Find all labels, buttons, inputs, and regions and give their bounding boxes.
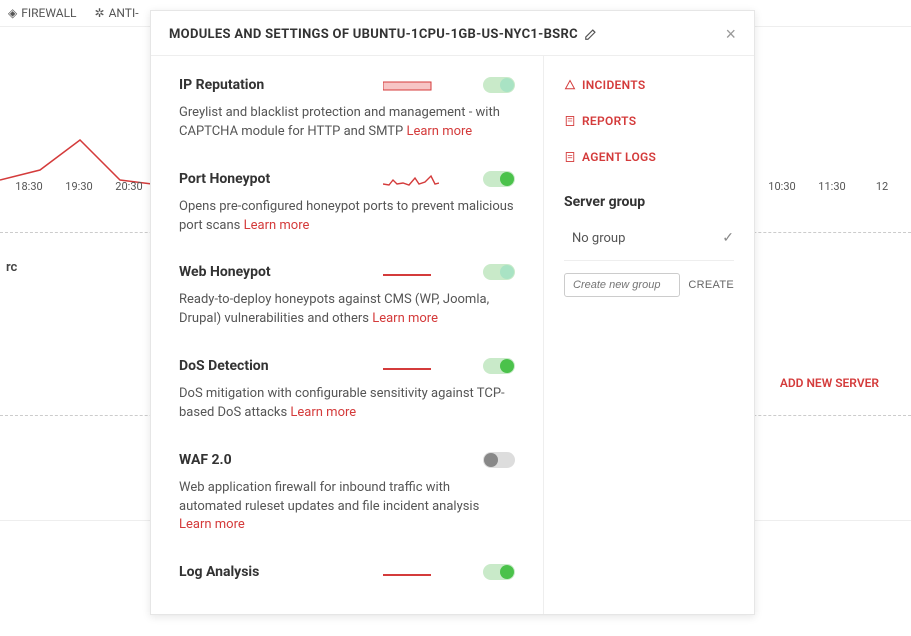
module-port-honeypot: Port Honeypot Opens pre-configured honey… [179,170,515,236]
toggle-ip-reputation[interactable] [483,77,515,93]
module-dos-detection: DoS Detection DoS mitigation with config… [179,357,515,423]
module-title: IP Reputation [179,77,339,93]
list-icon [564,151,576,163]
group-row-no-group[interactable]: No group ✓ [564,224,734,261]
module-waf: WAF 2.0 Web application firewall for inb… [179,451,515,536]
time-tick: 19:30 [54,180,104,193]
module-desc: Web application firewall for inbound tra… [179,479,515,536]
reports-link[interactable]: REPORTS [564,114,734,128]
incidents-link[interactable]: INCIDENTS [564,78,734,92]
warning-icon [564,79,576,91]
learn-more-link[interactable]: Learn more [179,517,245,532]
module-title: Port Honeypot [179,171,339,187]
modal-title-text: MODULES AND SETTINGS OF UBUNTU-1CPU-1GB-… [169,27,578,42]
add-new-server-link[interactable]: ADD NEW SERVER [780,376,879,390]
tab-anti[interactable]: ✲ ANTI- [95,6,139,20]
time-tick: 12 [857,180,907,193]
module-desc-text: Opens pre-configured honeypot ports to p… [179,199,514,233]
module-desc: Opens pre-configured honeypot ports to p… [179,198,515,236]
module-desc: Greylist and blacklist protection and ma… [179,104,515,142]
server-group-heading: Server group [564,194,734,210]
close-button[interactable]: × [725,25,736,43]
module-desc: Ready-to-deploy honeypots against CMS (W… [179,291,515,329]
toggle-waf[interactable] [483,452,515,468]
toggle-dos-detection[interactable] [483,358,515,374]
create-group-row: CREATE [564,273,734,297]
reports-label: REPORTS [582,114,636,128]
sparkline-empty [383,451,439,469]
module-web-honeypot: Web Honeypot Ready-to-deploy honeypots a… [179,263,515,329]
toggle-port-honeypot[interactable] [483,171,515,187]
modules-settings-modal: MODULES AND SETTINGS OF UBUNTU-1CPU-1GB-… [150,10,755,615]
tab-firewall[interactable]: ◈ FIREWALL [8,6,77,20]
time-tick: 11:30 [807,180,857,193]
sparkline-icon [383,357,439,375]
check-icon: ✓ [722,230,734,246]
modules-column[interactable]: IP Reputation Greylist and blacklist pro… [151,56,544,614]
tab-anti-label: ANTI- [109,6,139,20]
module-title: Web Honeypot [179,264,339,280]
modal-title: MODULES AND SETTINGS OF UBUNTU-1CPU-1GB-… [169,27,598,42]
module-title: WAF 2.0 [179,452,339,468]
create-group-button[interactable]: CREATE [688,279,734,291]
time-tick: 20:30 [104,180,154,193]
learn-more-link[interactable]: Learn more [290,405,356,420]
modal-header: MODULES AND SETTINGS OF UBUNTU-1CPU-1GB-… [151,11,754,56]
module-title: DoS Detection [179,358,339,374]
module-ip-reputation: IP Reputation Greylist and blacklist pro… [179,76,515,142]
sidebar-column: INCIDENTS REPORTS AGENT LOGS Server grou… [544,56,754,614]
module-desc: DoS mitigation with configurable sensiti… [179,385,515,423]
sparkline-icon [383,170,439,188]
module-log-analysis: Log Analysis [179,563,515,581]
edit-icon[interactable] [584,27,598,41]
agent-logs-label: AGENT LOGS [582,150,656,164]
sparkline-icon [383,263,439,281]
learn-more-link[interactable]: Learn more [244,218,310,233]
sparkline-icon [383,76,439,94]
incidents-label: INCIDENTS [582,78,645,92]
quick-links: INCIDENTS REPORTS AGENT LOGS [564,78,734,164]
tab-firewall-label: FIREWALL [21,6,76,20]
learn-more-link[interactable]: Learn more [406,124,472,139]
group-label: No group [572,231,625,246]
module-title: Log Analysis [179,564,339,580]
bug-icon: ✲ [95,6,105,20]
module-desc-text: Ready-to-deploy honeypots against CMS (W… [179,292,489,326]
create-group-input[interactable] [564,273,680,297]
document-icon [564,115,576,127]
time-tick: 18:30 [4,180,54,193]
time-tick: 10:30 [757,180,807,193]
toggle-web-honeypot[interactable] [483,264,515,280]
learn-more-link[interactable]: Learn more [372,311,438,326]
bg-server-row-label: rc [6,260,17,275]
agent-logs-link[interactable]: AGENT LOGS [564,150,734,164]
module-desc-text: Web application firewall for inbound tra… [179,480,479,514]
shield-icon: ◈ [8,6,17,20]
modal-body: IP Reputation Greylist and blacklist pro… [151,56,754,614]
sparkline-icon [383,563,439,581]
toggle-log-analysis[interactable] [483,564,515,580]
